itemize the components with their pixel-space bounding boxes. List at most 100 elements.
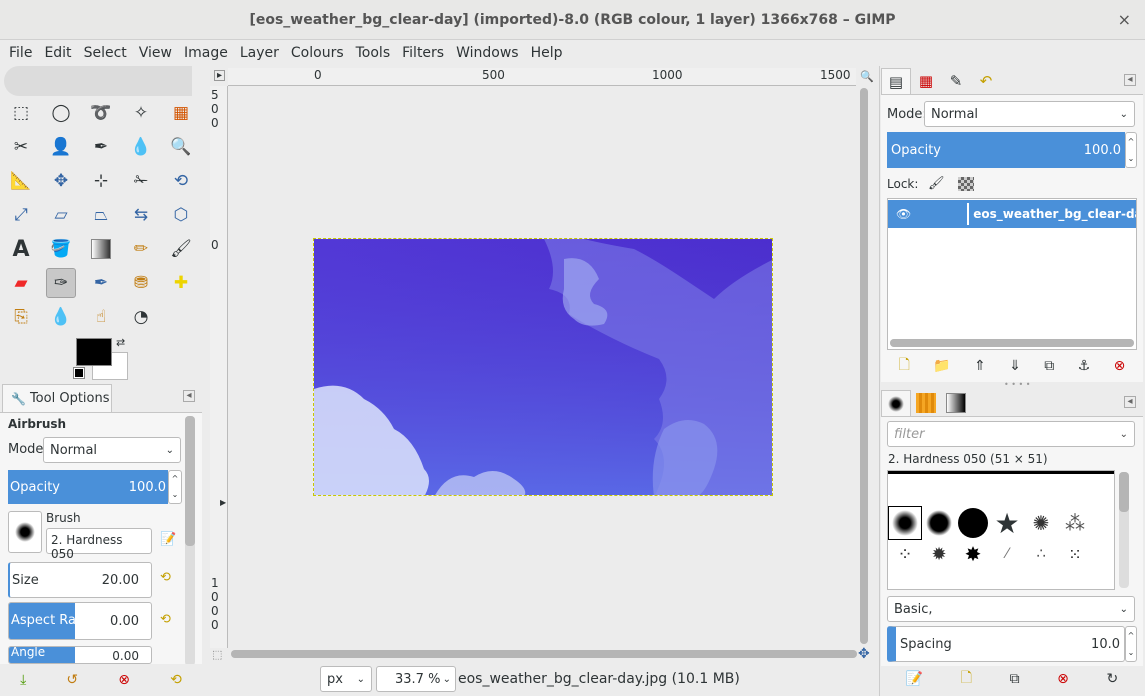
reset-aspect-icon[interactable]: ⟲ (160, 612, 171, 627)
eraser-icon[interactable]: ▰ (6, 268, 36, 298)
ink-icon[interactable]: ✒ (86, 268, 116, 298)
flip-icon[interactable]: ⇆ (126, 200, 156, 230)
vertical-scrollbar[interactable] (860, 88, 868, 644)
align-icon[interactable]: ⊹ (86, 166, 116, 196)
horizontal-scrollbar[interactable] (231, 650, 857, 658)
menu-file[interactable]: File (3, 40, 38, 66)
paths-icon[interactable]: ✒ (86, 132, 116, 162)
brush-texture-1[interactable]: ⁘ (888, 542, 922, 566)
brush-hardness-050[interactable] (888, 506, 922, 540)
foreground-color-swatch[interactable] (76, 338, 112, 366)
reset-options-icon[interactable]: ⟲ (170, 672, 182, 688)
lock-alpha-icon[interactable] (958, 177, 974, 191)
lower-layer-icon[interactable]: ⇓ (1009, 358, 1021, 374)
layer-name[interactable]: eos_weather_bg_clear-day (973, 207, 1136, 221)
delete-options-icon[interactable]: ⊗ (118, 672, 130, 688)
brush-splatter-2[interactable]: ⁂ (1058, 506, 1092, 540)
smudge-icon[interactable]: ☝ (86, 302, 116, 332)
layers-tab-icon[interactable]: ▤ (881, 68, 911, 94)
brush-texture-6[interactable]: ⁙ (1058, 542, 1092, 566)
layers-panel-menu-icon[interactable]: ◂ (1124, 74, 1136, 86)
menu-tools[interactable]: Tools (350, 40, 397, 66)
refresh-brushes-icon[interactable]: ↻ (1106, 671, 1118, 687)
layers-hscrollbar[interactable] (890, 339, 1134, 347)
heal-icon[interactable]: ✚ (166, 268, 196, 298)
edit-brush-icon[interactable]: 📝 (160, 532, 176, 547)
menu-filters[interactable]: Filters (396, 40, 450, 66)
layer-mode-dropdown[interactable]: Normal ⌄ (924, 101, 1135, 127)
brush-texture-4[interactable]: ⁄ (990, 542, 1024, 566)
blend-icon[interactable] (86, 234, 116, 264)
select-by-color-icon[interactable]: ▦ (166, 98, 196, 128)
menu-edit[interactable]: Edit (38, 40, 77, 66)
anchor-layer-icon[interactable]: ⚓ (1078, 358, 1091, 374)
dodge-burn-icon[interactable]: ◔ (126, 302, 156, 332)
mode-dropdown[interactable]: Normal ⌄ (43, 437, 181, 463)
dock-separator-handle[interactable]: • • • • (1004, 380, 1031, 389)
layer-row[interactable]: 👁 eos_weather_bg_clear-day (888, 200, 1136, 228)
menu-layer[interactable]: Layer (234, 40, 285, 66)
pencil-icon[interactable]: ✏ (126, 234, 156, 264)
tool-options-scrollbar[interactable] (185, 416, 195, 666)
ellipse-select-icon[interactable]: ◯ (46, 98, 76, 128)
move-icon[interactable]: ✥ (46, 166, 76, 196)
brushes-panel-menu-icon[interactable]: ◂ (1124, 396, 1136, 408)
duplicate-layer-icon[interactable]: ⧉ (1044, 358, 1054, 374)
spacing-spinner[interactable]: ^ ⌄ (1125, 626, 1137, 662)
angle-slider[interactable]: Angle 0.00 (8, 646, 152, 664)
undo-history-tab-icon[interactable]: ↶ (971, 68, 1001, 94)
layer-opacity-slider[interactable]: Opacity 100.0 (887, 132, 1125, 168)
scale-icon[interactable]: ⤢ (6, 200, 36, 230)
edit-brush-icon[interactable]: 📝 (906, 671, 923, 687)
gradients-tab-icon[interactable] (941, 390, 971, 416)
brush-star[interactable]: ★ (990, 506, 1024, 540)
save-options-icon[interactable]: ⤓ (20, 672, 26, 688)
image-canvas[interactable] (313, 238, 773, 496)
visibility-eye-icon[interactable]: 👁 (896, 207, 911, 221)
close-window-button[interactable]: × (1118, 0, 1131, 40)
foreground-select-icon[interactable]: 👤 (46, 132, 76, 162)
lock-pixels-icon[interactable]: 🖌 (928, 176, 945, 191)
scissors-icon[interactable]: ✂ (6, 132, 36, 162)
unit-dropdown[interactable]: px ⌄ (320, 666, 372, 692)
panel-menu-icon[interactable]: ◂ (183, 390, 195, 402)
menu-colours[interactable]: Colours (285, 40, 350, 66)
brush-hardness-100[interactable] (956, 506, 990, 540)
reset-size-icon[interactable]: ⟲ (160, 570, 171, 585)
patterns-tab-icon[interactable] (911, 390, 941, 416)
tab-tool-options[interactable]: 🔧 Tool Options (2, 384, 112, 412)
clone-icon[interactable]: ⛃ (126, 268, 156, 298)
paintbrush-icon[interactable]: 🖌 (166, 234, 196, 264)
layer-opacity-spinner[interactable]: ^ ⌄ (1125, 132, 1137, 168)
new-layer-group-icon[interactable]: 📁 (933, 358, 950, 374)
menu-view[interactable]: View (133, 40, 178, 66)
new-brush-icon[interactable]: 🗋 (961, 667, 972, 691)
measure-icon[interactable]: 📐 (6, 166, 36, 196)
new-layer-icon[interactable]: 🗋 (899, 354, 910, 378)
menu-help[interactable]: Help (525, 40, 569, 66)
duplicate-brush-icon[interactable]: ⧉ (1010, 671, 1020, 687)
size-slider[interactable]: Size 20.00 (8, 562, 152, 598)
free-select-icon[interactable]: ➰ (86, 98, 116, 128)
perspective-icon[interactable]: ⏢ (86, 200, 116, 230)
menu-windows[interactable]: Windows (450, 40, 525, 66)
zoom-icon[interactable]: 🔍 (166, 132, 196, 162)
brush-splatter-1[interactable]: ✺ (1024, 506, 1058, 540)
brush-texture-5[interactable]: ∴ (1024, 542, 1058, 566)
delete-layer-icon[interactable]: ⊗ (1114, 358, 1126, 374)
default-colors-icon[interactable] (73, 367, 85, 379)
crop-icon[interactable]: ✁ (126, 166, 156, 196)
brush-preview-button[interactable] (8, 511, 42, 553)
brush-spacing-slider[interactable]: Spacing 10.0 (887, 626, 1125, 662)
airbrush-icon[interactable]: ✑ (46, 268, 76, 298)
opacity-spinner[interactable]: ^ ⌄ (168, 470, 182, 504)
navigate-icon[interactable]: ✥ (858, 646, 870, 662)
blur-icon[interactable]: 💧 (46, 302, 76, 332)
channels-tab-icon[interactable]: ▦ (911, 68, 941, 94)
brush-texture-2[interactable]: ✹ (922, 542, 956, 566)
zoom-image-icon[interactable]: 🔍 (860, 70, 874, 83)
quick-mask-menu-icon[interactable]: ▸ (214, 70, 225, 81)
color-picker-icon[interactable]: 💧 (126, 132, 156, 162)
opacity-slider[interactable]: Opacity 100.0 (8, 470, 168, 504)
brush-tag-dropdown[interactable]: Basic, ⌄ (887, 596, 1135, 622)
